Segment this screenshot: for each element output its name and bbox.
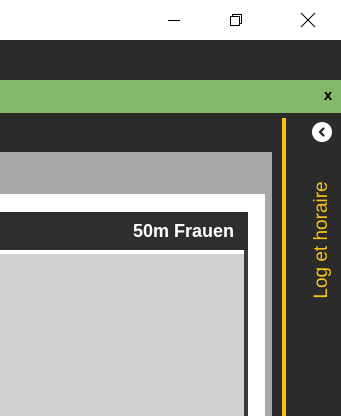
minimize-button[interactable]	[154, 0, 194, 40]
panel-title: 50m Frauen	[132, 221, 234, 241]
panel-divider	[244, 250, 248, 416]
app-header	[0, 40, 341, 80]
minimize-icon	[168, 20, 180, 21]
restore-icon	[230, 14, 242, 26]
window-titlebar	[0, 0, 341, 40]
side-panel-label[interactable]: Log et horaire	[311, 181, 333, 298]
close-icon	[300, 12, 316, 28]
side-panel-collapse-button[interactable]	[312, 122, 332, 142]
restore-button[interactable]	[216, 0, 256, 40]
banner-close-button[interactable]: x	[321, 87, 335, 105]
close-button[interactable]	[288, 0, 328, 40]
side-panel-accent-line	[282, 118, 286, 416]
chevron-left-icon	[318, 127, 325, 137]
panel-header: 50m Frauen	[0, 212, 248, 250]
notification-banner	[0, 80, 341, 113]
panel-body	[0, 254, 244, 416]
